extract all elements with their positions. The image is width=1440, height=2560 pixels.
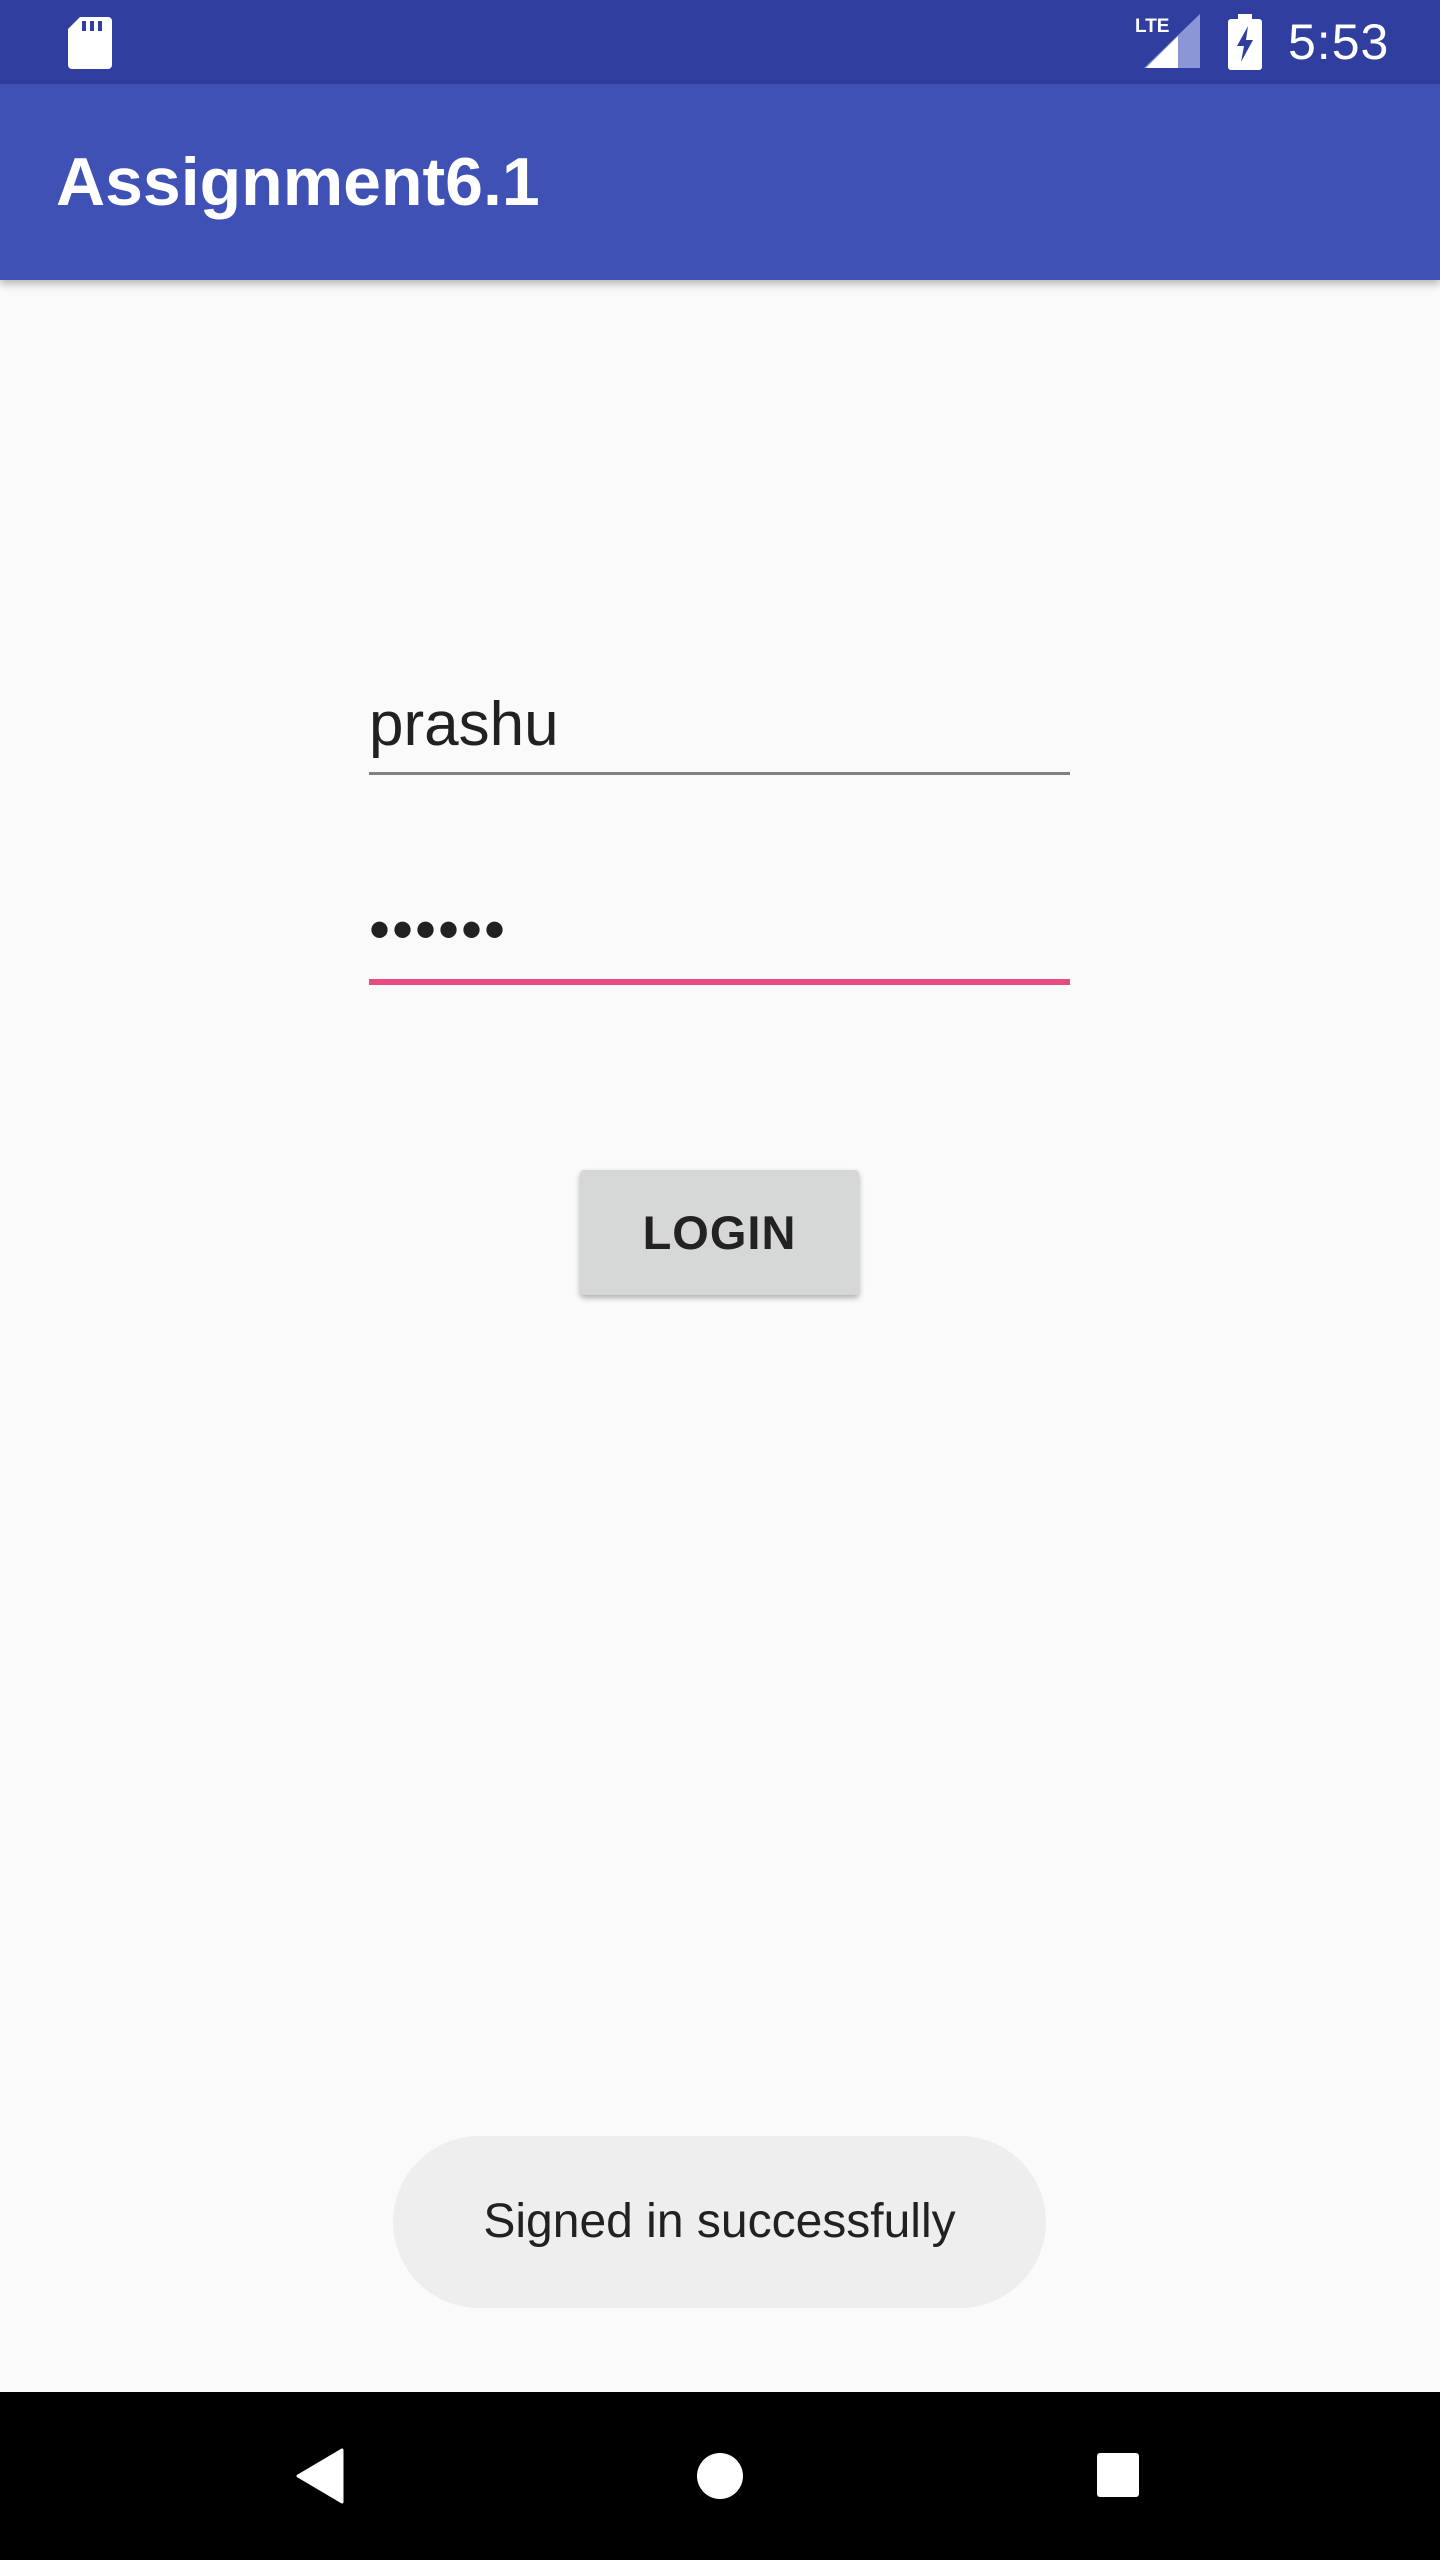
- svg-text:LTE: LTE: [1135, 16, 1169, 37]
- status-bar-clock: 5:53: [1288, 14, 1390, 70]
- password-value: ••••••: [369, 896, 508, 963]
- password-field[interactable]: ••••••: [369, 880, 1070, 985]
- navigation-bar: [0, 2392, 1440, 2560]
- password-underline-focused: [369, 979, 1070, 985]
- app-title: Assignment6.1: [56, 144, 540, 220]
- username-value: prashu: [369, 690, 559, 759]
- status-bar: LTE 5:53: [0, 0, 1440, 84]
- app-bar: Assignment6.1: [0, 84, 1440, 280]
- toast-message: Signed in successfully: [393, 2136, 1046, 2308]
- username-field[interactable]: prashu: [369, 670, 1070, 775]
- login-button[interactable]: LOGIN: [580, 1170, 859, 1295]
- recents-icon[interactable]: [1096, 2452, 1140, 2498]
- back-icon[interactable]: [296, 2448, 344, 2504]
- home-icon[interactable]: [696, 2452, 744, 2500]
- lte-signal-icon: LTE: [1135, 14, 1200, 68]
- username-underline: [369, 772, 1070, 775]
- sd-card-icon: [68, 17, 112, 69]
- battery-charging-icon: [1228, 14, 1262, 70]
